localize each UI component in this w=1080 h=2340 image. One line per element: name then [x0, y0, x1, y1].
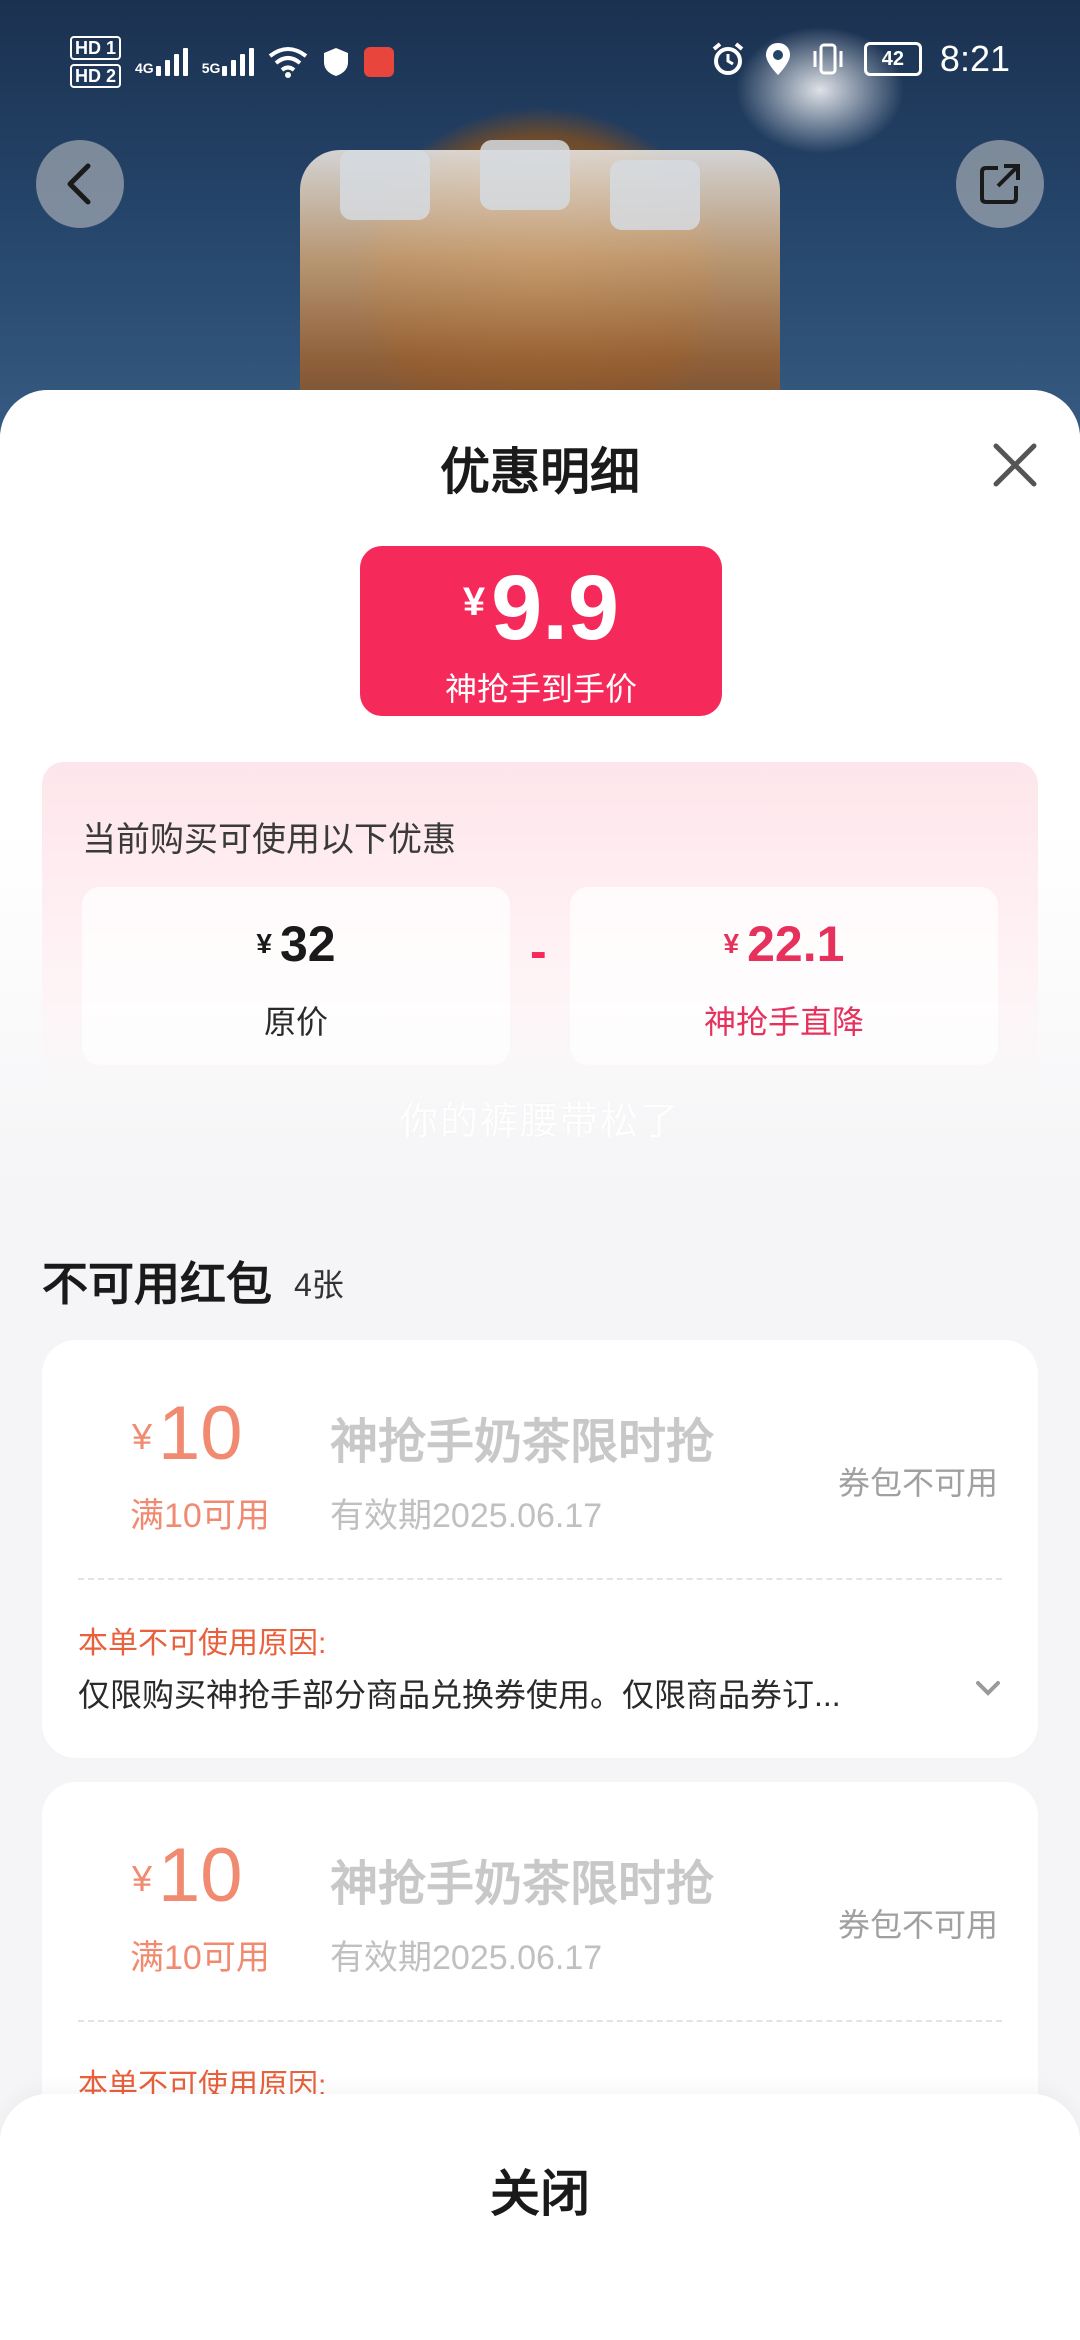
wifi-icon	[269, 47, 308, 78]
coupon-state: 券包不可用	[837, 1465, 998, 1501]
coupon-currency: ¥	[132, 1416, 153, 1457]
price-currency: ¥	[462, 580, 486, 624]
network-type-1: 4G	[135, 60, 154, 76]
discount-label: 神抢手直降	[703, 1004, 864, 1040]
clock-time: 8:21	[939, 38, 1010, 79]
coupon-title: 神抢手奶茶限时抢	[330, 1858, 715, 1911]
reason-text: 仅限购买神抢手部分商品兑换券使用。仅限商品券订...	[78, 1677, 841, 1713]
coupon-card[interactable]: ¥10 满10可用 神抢手奶茶限时抢 有效期2025.06.17 券包不可用 本…	[42, 1340, 1038, 1758]
location-icon	[765, 43, 790, 75]
signal-bars-icon	[155, 48, 188, 76]
final-price-label: 神抢手到手价	[444, 671, 637, 707]
unusable-count: 4张	[294, 1267, 344, 1303]
promo-breakdown: 当前购买可使用以下优惠 ¥32 原价 - ¥22.1 神抢手直降	[42, 762, 1038, 1092]
battery-indicator: 42	[863, 42, 922, 76]
chevron-down-icon	[976, 1681, 1000, 1696]
discount-card: ¥22.1 神抢手直降	[570, 887, 998, 1065]
watermark-text: 你的裤腰带松了	[399, 1101, 680, 1143]
coupon-currency: ¥	[132, 1858, 153, 1899]
ice-cube	[340, 150, 430, 220]
minus-operator: -	[530, 923, 547, 979]
share-icon	[980, 164, 1020, 204]
coupon-state: 券包不可用	[837, 1907, 998, 1943]
close-button[interactable]	[980, 430, 1050, 500]
close-sheet-button[interactable]: 关闭	[0, 2154, 1080, 2226]
original-currency: ¥	[256, 928, 272, 959]
signal-bars-icon	[222, 48, 255, 76]
final-price-value: 9.9	[491, 557, 620, 659]
coupon-validity: 有效期2025.06.17	[330, 1939, 603, 1977]
discount-value: 22.1	[747, 916, 845, 972]
promo-heading: 当前购买可使用以下优惠	[82, 821, 456, 859]
original-price-card: ¥32 原价	[82, 887, 510, 1065]
coupon-amount: 10	[158, 1833, 243, 1918]
discount-detail-sheet: 优惠明细 ¥9.9 神抢手到手价 当前购买可使用以下优惠 ¥32 原价 - ¥2…	[0, 390, 1080, 2340]
coupon-validity: 有效期2025.06.17	[330, 1497, 603, 1535]
dashed-divider	[78, 2020, 1002, 2022]
close-icon	[993, 443, 1037, 487]
unusable-section-title: 不可用红包	[42, 1258, 272, 1310]
vibrate-icon	[813, 43, 843, 75]
chevron-left-icon	[67, 163, 91, 205]
dashed-divider	[78, 1578, 1002, 1580]
coupon-condition: 满10可用	[130, 1497, 270, 1535]
ice-cube	[610, 160, 700, 230]
hd1-indicator: HD 1	[70, 36, 122, 60]
coupon-title: 神抢手奶茶限时抢	[330, 1416, 715, 1469]
alarm-icon	[712, 42, 744, 75]
back-button[interactable]	[36, 140, 124, 228]
final-price-badge: ¥9.9 神抢手到手价	[360, 546, 722, 716]
status-bar: HD 1 HD 2 4G 5G 42 8:21	[0, 0, 1080, 120]
vpn-shield-icon	[324, 48, 349, 76]
coupon-condition: 满10可用	[130, 1939, 270, 1977]
original-price-value: 32	[279, 916, 336, 972]
network-type-2: 5G	[201, 60, 221, 76]
share-button[interactable]	[956, 140, 1044, 228]
bottom-action-bar: 关闭	[0, 2094, 1080, 2340]
hd2-indicator: HD 2	[70, 64, 122, 88]
original-price-label: 原价	[263, 1004, 328, 1040]
expand-reason-button[interactable]	[974, 1676, 1002, 1700]
app-notification-icon	[364, 47, 395, 77]
ice-cube	[480, 140, 570, 210]
discount-currency: ¥	[723, 928, 740, 959]
coupon-amount: 10	[158, 1391, 243, 1476]
sheet-title: 优惠明细	[440, 444, 640, 500]
reason-label: 本单不可使用原因:	[78, 1627, 327, 1660]
